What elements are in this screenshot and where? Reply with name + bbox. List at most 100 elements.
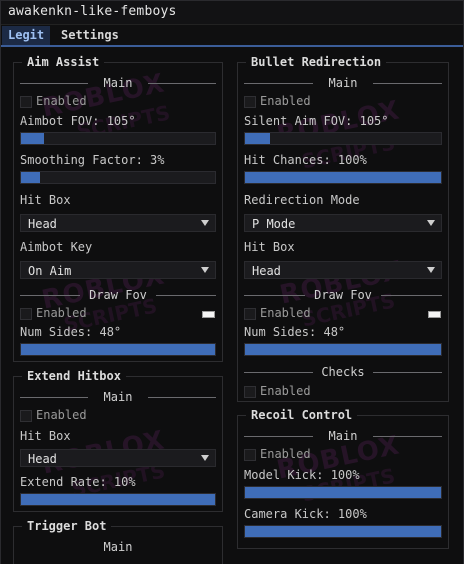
recoil-control-group: Recoil Control Main Enabled Model Kick: … [237,408,449,549]
model-kick-slider[interactable] [244,486,442,499]
slider-fill [21,133,44,144]
slider-fill [245,133,270,144]
tab-settings[interactable]: Settings [55,26,125,46]
draw-fov-separator: Draw Fov [20,288,216,302]
fov-color-picker[interactable] [202,311,215,318]
camera-kick-label: Camera Kick: 100% [244,507,367,521]
bullet-redirection-group: Bullet Redirection Main Enabled Silent A… [237,55,449,402]
draw-fov-separator: Draw Fov [244,288,442,302]
hit-box-label: Hit Box [20,193,71,207]
slider-fill [21,344,215,355]
trigger-bot-group: Trigger Bot Main [13,519,223,564]
hit-box-value: Head [252,264,281,278]
enabled-label: Enabled [36,94,87,108]
main-header: Main [103,390,133,404]
hit-chances-label: Hit Chances: 100% [244,153,367,167]
slider-fill [21,494,215,505]
hit-box-label: Hit Box [20,429,71,443]
enabled-label: Enabled [36,306,87,320]
checkbox[interactable] [20,410,32,422]
tab-bar: Legit Settings [1,26,463,47]
checkbox[interactable] [20,308,32,320]
chevron-down-icon [201,220,209,226]
hit-box-value: Head [28,452,57,466]
checks-header: Checks [321,365,365,379]
checkbox[interactable] [244,386,256,398]
checks-separator: Checks [244,365,442,379]
draw-fov-enabled-toggle[interactable]: Enabled [244,306,404,322]
slider-fill [245,487,441,498]
aimbot-key-value: On Aim [28,264,72,278]
checkbox[interactable] [244,96,256,108]
aim-assist-enabled-toggle[interactable]: Enabled [20,94,210,110]
checkbox[interactable] [244,449,256,461]
main-separator: Main [244,76,442,90]
hit-box-dropdown[interactable]: Head [20,449,216,467]
silent-aim-fov-slider[interactable] [244,132,442,145]
recoil-control-enabled-toggle[interactable]: Enabled [244,447,434,463]
bullet-redirection-title: Bullet Redirection [246,55,387,69]
num-sides-label: Num Sides: 48° [20,325,122,339]
hit-box-value: Head [28,217,57,231]
redirection-mode-value: P Mode [252,217,296,231]
main-separator: Main [20,390,216,404]
chevron-down-icon [427,267,435,273]
num-sides-slider[interactable] [244,343,442,356]
title-bar[interactable]: awakenkn-like-femboys [1,1,463,25]
window-title: awakenkn-like-femboys [8,4,177,19]
extend-hitbox-group: Extend Hitbox Main Enabled Hit Box Head … [13,369,223,512]
aimbot-key-label: Aimbot Key [20,240,93,254]
slider-fill [245,172,441,183]
extend-hitbox-title: Extend Hitbox [22,369,126,383]
enabled-label: Enabled [260,94,311,108]
hit-box-dropdown[interactable]: Head [20,214,216,232]
recoil-control-title: Recoil Control [246,408,358,422]
draw-fov-header: Draw Fov [89,288,147,302]
main-separator: Main [244,429,442,443]
camera-kick-slider[interactable] [244,525,442,538]
slider-fill [245,526,441,537]
model-kick-label: Model Kick: 100% [244,468,360,482]
main-header: Main [103,76,133,90]
tab-content: ROBLOX SCRIPTS ROBLOX SCRIPTS ROBLOX SCR… [1,48,463,564]
main-header: Main [328,76,358,90]
main-separator: Main [20,76,216,90]
silent-aim-fov-label: Silent Aim FOV: 105° [244,114,389,128]
draw-fov-header: Draw Fov [314,288,372,302]
redirection-mode-label: Redirection Mode [244,193,360,207]
chevron-down-icon [201,267,209,273]
slider-fill [21,172,40,183]
extend-rate-label: Extend Rate: 10% [20,475,136,489]
checkbox[interactable] [244,308,256,320]
main-separator: Main [20,540,216,554]
num-sides-label: Num Sides: 48° [244,325,346,339]
draw-fov-enabled-toggle[interactable]: Enabled [20,306,180,322]
smoothing-factor-label: Smoothing Factor: 3% [20,153,165,167]
hit-chances-slider[interactable] [244,171,442,184]
hit-box-label: Hit Box [244,240,295,254]
extend-rate-slider[interactable] [20,493,216,506]
bullet-redirection-enabled-toggle[interactable]: Enabled [244,94,434,110]
extend-hitbox-enabled-toggle[interactable]: Enabled [20,408,210,424]
checks-enabled-toggle[interactable]: Enabled [244,384,434,400]
chevron-down-icon [201,455,209,461]
smoothing-factor-slider[interactable] [20,171,216,184]
fov-color-picker[interactable] [428,311,441,318]
aimbot-fov-slider[interactable] [20,132,216,145]
tab-legit[interactable]: Legit [2,26,51,46]
slider-fill [245,344,441,355]
hit-box-dropdown[interactable]: Head [244,261,442,279]
aim-assist-group: Aim Assist Main Enabled Aimbot FOV: 105°… [13,55,223,362]
tab-underline [1,45,463,47]
redirection-mode-dropdown[interactable]: P Mode [244,214,442,232]
checkbox[interactable] [20,96,32,108]
num-sides-slider[interactable] [20,343,216,356]
aimbot-fov-label: Aimbot FOV: 105° [20,114,136,128]
chevron-down-icon [427,220,435,226]
aimbot-key-dropdown[interactable]: On Aim [20,261,216,279]
enabled-label: Enabled [260,306,311,320]
aim-assist-title: Aim Assist [22,55,105,69]
main-header: Main [328,429,358,443]
enabled-label: Enabled [260,447,311,461]
main-header: Main [103,540,133,554]
